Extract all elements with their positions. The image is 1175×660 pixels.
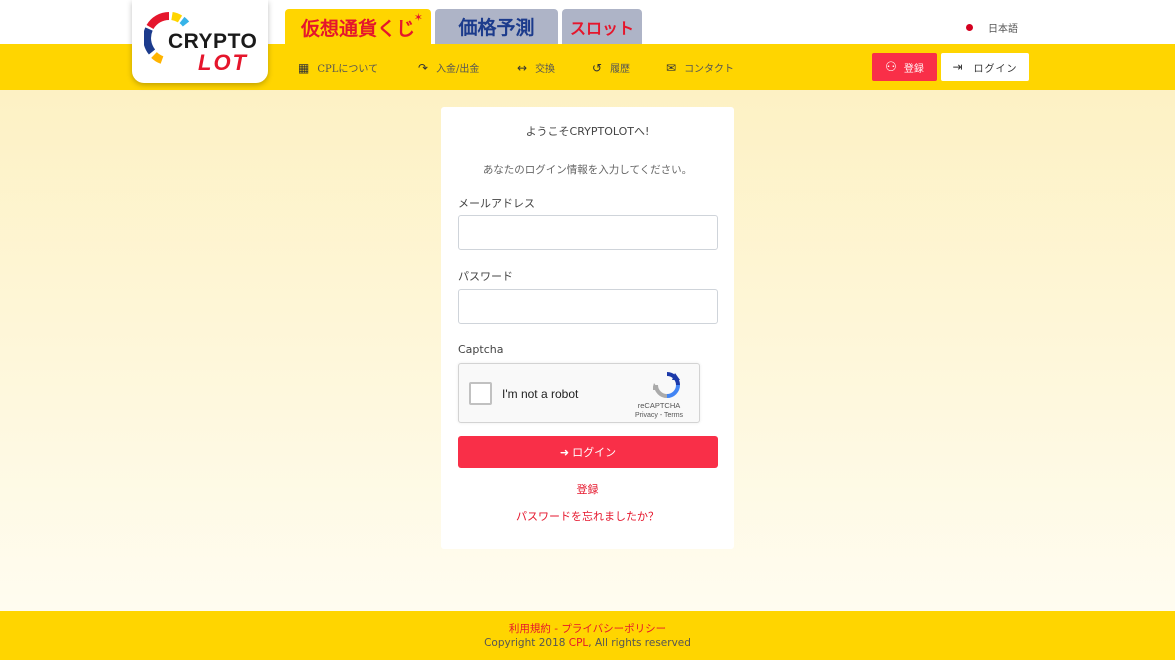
copyright-prefix: Copyright 2018 — [484, 637, 569, 649]
login-subtitle: あなたのログイン情報を入力してください。 — [482, 164, 693, 176]
recaptcha-privacy-terms[interactable]: Privacy - Terms — [627, 412, 691, 419]
exchange-icon: ↔ — [517, 60, 528, 75]
nav-label: 入金/出金 — [436, 64, 480, 75]
tab-price-prediction[interactable]: 価格予測 — [435, 9, 558, 44]
password-field[interactable] — [458, 289, 718, 324]
tab-label: スロット — [569, 18, 634, 38]
forgot-password-link[interactable]: パスワードを忘れましたか？ — [441, 508, 734, 524]
sparkle-icon: ✶ — [413, 11, 423, 24]
mail-icon: ✉ — [666, 60, 677, 75]
nav-label: 履歴 — [610, 64, 631, 75]
email-label: メールアドレス — [458, 197, 535, 210]
login-button-label: ログイン — [973, 63, 1018, 75]
logo[interactable]: CRYPTO LOT — [132, 0, 268, 83]
recaptcha-brand: reCAPTCHA — [637, 401, 681, 410]
tab-label: 価格予測 — [458, 17, 535, 39]
nav-label: CPLについて — [317, 64, 379, 75]
language-label: 日本語 — [988, 24, 1018, 35]
footer-links[interactable]: 利用規約 - プライバシーポリシー — [0, 621, 1175, 636]
sign-in-icon: ⇥ — [952, 60, 964, 74]
nav-label: 交換 — [535, 64, 556, 75]
redo-arrow-icon: ↷ — [418, 60, 429, 75]
login-card: ようこそCRYPTOLOTへ! あなたのログイン情報を入力してください。 メール… — [441, 107, 734, 549]
building-icon: ▦ — [298, 60, 310, 75]
tab-slot[interactable]: スロット — [562, 9, 642, 44]
password-label: パスワード — [458, 270, 513, 283]
recaptcha-checkbox[interactable] — [469, 382, 492, 405]
tab-crypto-lottery[interactable]: 仮想通貨くじ ✶ — [285, 9, 431, 45]
footer-copyright: Copyright 2018 CPL, All rights reserved — [0, 637, 1175, 649]
logo-text-lot: LOT — [198, 50, 248, 75]
nav-item-contact[interactable]: ✉ コンタクト — [666, 60, 735, 76]
login-title: ようこそCRYPTOLOTへ! — [525, 125, 650, 138]
recaptcha-text: I'm not a robot — [502, 387, 579, 401]
nav-item-exchange[interactable]: ↔ 交換 — [517, 60, 556, 76]
recaptcha-icon — [653, 372, 680, 398]
nav-item-history[interactable]: ↺ 履歴 — [592, 60, 631, 76]
nav-label: コンタクト — [684, 64, 735, 75]
add-user-icon: ⚇ — [885, 59, 897, 75]
main-content: ようこそCRYPTOLOTへ! あなたのログイン情報を入力してください。 メール… — [0, 90, 1175, 611]
recaptcha-widget: I'm not a robot reCAPTCHA Privacy - Term… — [458, 363, 700, 423]
register-button-label: 登録 — [903, 63, 924, 75]
japan-flag-icon — [966, 24, 973, 31]
login-button[interactable]: ⇥ ログイン — [941, 53, 1029, 81]
tab-label: 仮想通貨くじ — [300, 17, 415, 40]
nav-item-deposit-withdraw[interactable]: ↷ 入金/出金 — [418, 60, 480, 76]
nav-item-about[interactable]: ▦ CPLについて — [298, 60, 379, 76]
register-button[interactable]: ⚇ 登録 — [872, 53, 937, 81]
copyright-suffix: , All rights reserved — [588, 637, 691, 649]
login-submit-button[interactable]: ➜ ログイン — [458, 436, 718, 468]
captcha-label: Captcha — [458, 343, 504, 356]
email-field[interactable] — [458, 215, 718, 250]
footer: 利用規約 - プライバシーポリシー Copyright 2018 CPL, Al… — [0, 611, 1175, 660]
register-link[interactable]: 登録 — [441, 481, 734, 497]
submit-label: ログイン — [572, 446, 617, 459]
sign-in-icon: ➜ — [559, 445, 570, 459]
copyright-brand-link[interactable]: CPL — [569, 637, 589, 649]
language-selector[interactable]: 日本語 — [966, 20, 1018, 35]
history-icon: ↺ — [592, 60, 603, 75]
